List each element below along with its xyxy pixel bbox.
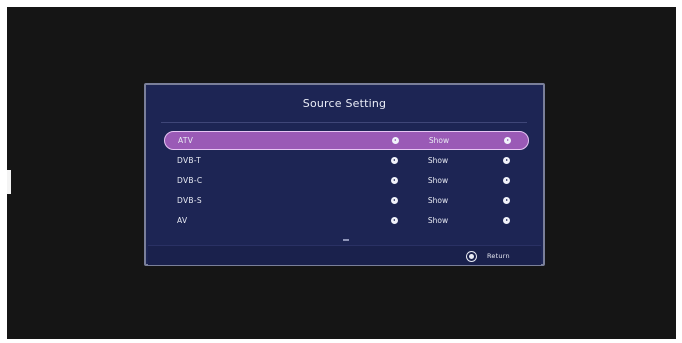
source-name: ATV [178, 136, 194, 145]
source-visibility-value: Show [427, 156, 449, 165]
scroll-more-indicator [343, 239, 349, 241]
source-row-dvb-c[interactable]: DVB-C Show [164, 171, 529, 191]
arrow-left-icon[interactable] [391, 197, 398, 204]
bezel-indicator [7, 170, 11, 194]
source-row-av[interactable]: AV Show [164, 211, 529, 231]
arrow-left-icon[interactable] [391, 157, 398, 164]
return-button[interactable]: Return [466, 249, 510, 263]
return-label: Return [487, 252, 510, 260]
return-icon [466, 250, 477, 262]
source-list: ATV Show DVB-T Show DVB-C Show DVB-S Sho… [164, 131, 529, 231]
source-visibility-value: Show [427, 216, 449, 225]
source-name: DVB-T [177, 156, 202, 165]
source-setting-dialog: Source Setting ATV Show DVB-T Show DVB-C… [144, 83, 545, 266]
arrow-left-icon[interactable] [392, 137, 399, 144]
source-visibility-value: Show [428, 136, 450, 145]
source-name: DVB-S [177, 196, 202, 205]
tv-screen: Source Setting ATV Show DVB-T Show DVB-C… [7, 7, 676, 339]
arrow-left-icon[interactable] [391, 217, 398, 224]
dialog-title: Source Setting [302, 97, 387, 110]
title-divider [161, 122, 527, 123]
arrow-right-icon[interactable] [503, 177, 510, 184]
source-name: DVB-C [177, 176, 203, 185]
arrow-right-icon[interactable] [503, 157, 510, 164]
source-name: AV [177, 216, 188, 225]
source-visibility-value: Show [427, 176, 449, 185]
source-row-atv[interactable]: ATV Show [164, 131, 529, 150]
arrow-right-icon[interactable] [504, 137, 511, 144]
source-row-dvb-t[interactable]: DVB-T Show [164, 151, 529, 171]
source-visibility-value: Show [427, 196, 449, 205]
arrow-right-icon[interactable] [503, 197, 510, 204]
arrow-right-icon[interactable] [503, 217, 510, 224]
arrow-left-icon[interactable] [391, 177, 398, 184]
source-row-dvb-s[interactable]: DVB-S Show [164, 191, 529, 211]
dialog-footer: Return [148, 245, 541, 265]
